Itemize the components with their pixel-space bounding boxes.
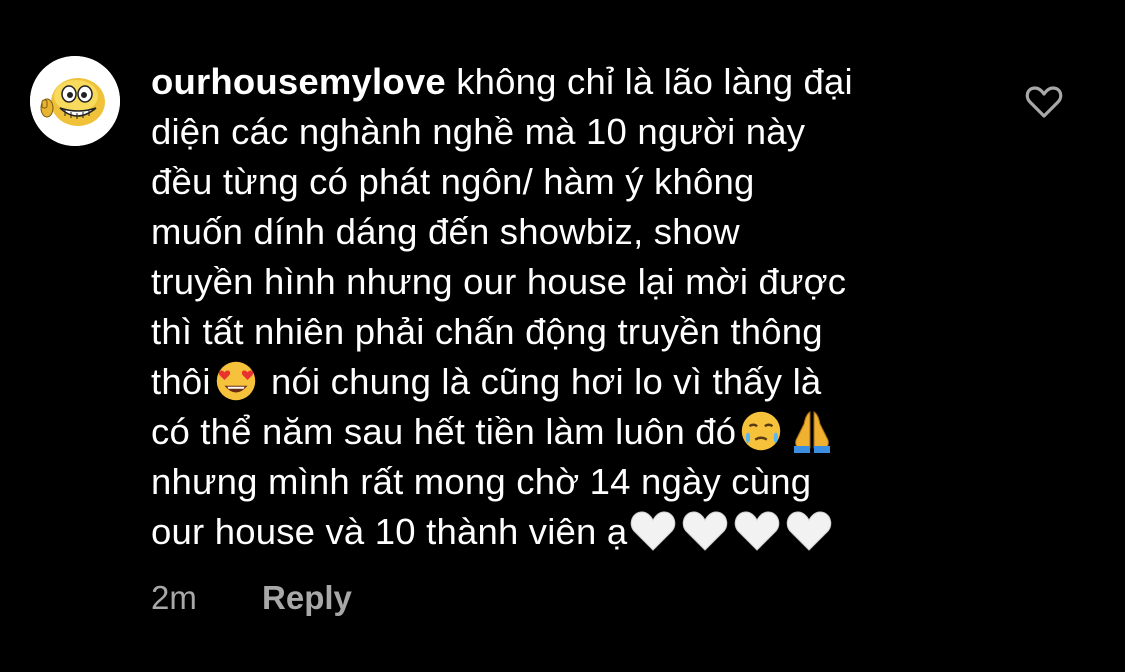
- face-holding-back-tears-icon: [736, 408, 786, 454]
- comment-line: đều từng có phát ngôn/ hàm ý không: [151, 161, 755, 202]
- comment-line-text: có thể năm sau hết tiền làm luôn đó: [151, 411, 737, 452]
- comment-line: muốn dính dáng đến showbiz, show: [151, 211, 740, 252]
- comment-line: nhưng mình rất mong chờ 14 ngày cùng: [151, 461, 812, 502]
- avatar[interactable]: [30, 56, 120, 146]
- white-heart-icon: [783, 508, 835, 554]
- comment-username[interactable]: ourhousemylove: [151, 61, 446, 102]
- comment-line: our house và 10 thành viên ạ: [151, 507, 1001, 557]
- reply-button[interactable]: Reply: [262, 578, 352, 618]
- heart-eyes-emoji-icon: [211, 358, 261, 404]
- comment-line-text: thôi: [151, 361, 211, 402]
- timestamp: 2m: [151, 579, 197, 616]
- comment-line-text: our house và 10 thành viên ạ: [151, 511, 628, 552]
- comment-line: truyền hình nhưng our house lại mời được: [151, 261, 847, 302]
- white-heart-icon: [627, 508, 679, 554]
- grinning-face-avatar-icon: [30, 56, 120, 146]
- comment-line: có thể năm sau hết tiền làm luôn đó: [151, 407, 1001, 457]
- comment-line-text: nói chung là cũng hơi lo vì thấy là: [260, 361, 822, 402]
- white-heart-icon: [731, 508, 783, 554]
- heart-outline-icon[interactable]: [1024, 84, 1064, 120]
- comment-line: thì tất nhiên phải chấn động truyền thôn…: [151, 311, 823, 352]
- comment-line-text: không chỉ là lão làng đại: [445, 61, 853, 102]
- comment-meta: 2m Reply: [151, 578, 352, 618]
- white-heart-icon: [679, 508, 731, 554]
- comment-line: ourhousemylove không chỉ là lão làng đại: [151, 57, 1001, 107]
- comment-text: ourhousemylove không chỉ là lão làng đại…: [151, 57, 1001, 557]
- folded-hands-icon: [786, 408, 838, 454]
- comment-line: diện các nghành nghề mà 10 người này: [151, 111, 806, 152]
- comment-line: thôi nói chung là cũng hơi lo vì thấy là: [151, 357, 1001, 407]
